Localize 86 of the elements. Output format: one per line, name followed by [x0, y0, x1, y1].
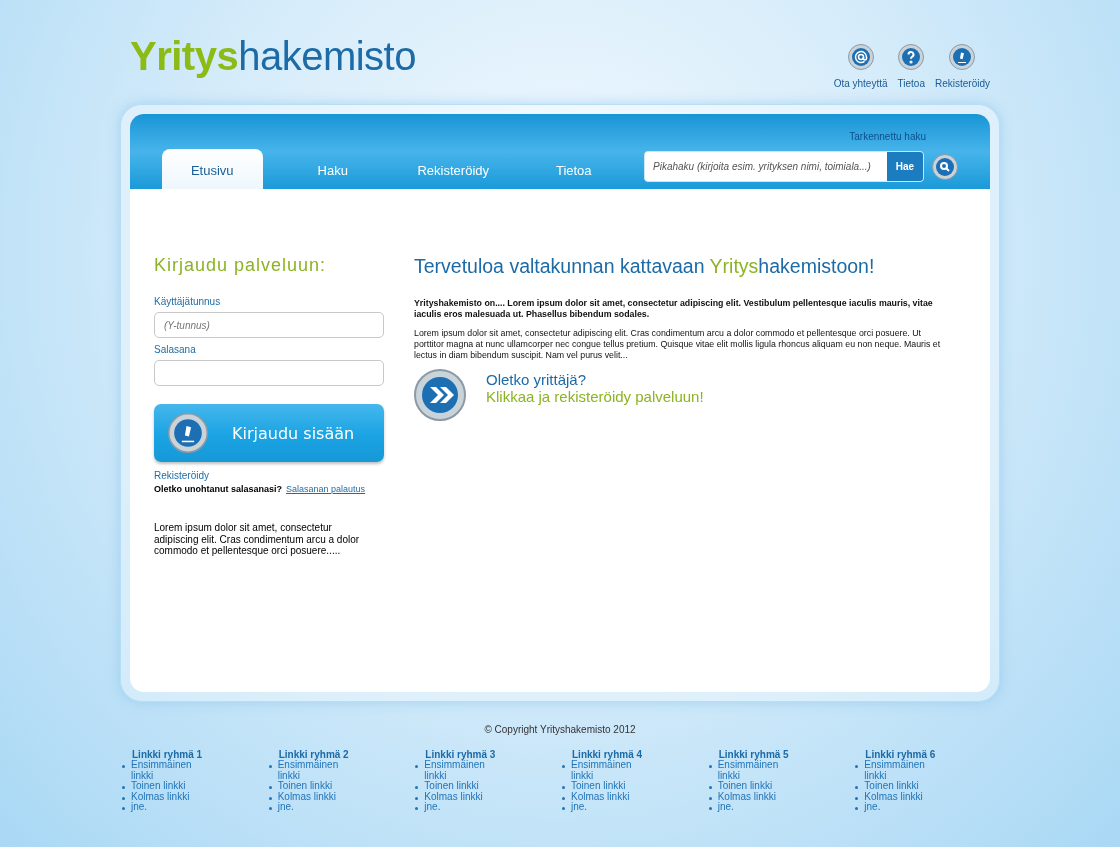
- intro-paragraph: Yrityshakemisto on.... Lorem ipsum dolor sit amet, consectetur adipiscing elit. Vestibulum pellentesque iaculis mauris, vitae iaculis eros malesuada ut. Phasellus bibendum sodales.: [414, 298, 934, 320]
- bullet-dot: [855, 786, 859, 789]
- footer-link[interactable]: jne.: [571, 802, 641, 813]
- footer-group-title: Linkki ryhmä 5: [718, 749, 790, 760]
- nav-tab[interactable]: Rekisteröidy: [403, 149, 504, 189]
- bullet-dot: [268, 786, 272, 789]
- bullet-dot: [562, 796, 565, 800]
- footer-link[interactable]: Kolmas linkki: [277, 791, 348, 802]
- footer-link[interactable]: Ensimmäinen linkki: [277, 760, 348, 781]
- search-field[interactable]: Pikahaku (kirjoita esim. yrityksen nimi, toimiala...) Hae: [644, 151, 924, 182]
- bullet-dot: [415, 807, 419, 810]
- welcome-heading: Tervetuloa valtakunnan kattavaan Yrityshakemistoon!: [414, 255, 876, 278]
- footer-link[interactable]: jne.: [424, 802, 495, 813]
- bullet-dot: [562, 786, 565, 789]
- copyright-text: © Copyright Yrityshakemisto 2012: [484, 724, 636, 735]
- bullet-dot: [855, 765, 859, 768]
- bullet-dot: [122, 765, 125, 768]
- nav-tab[interactable]: Etusivu: [162, 149, 263, 189]
- header-link[interactable]: Tietoa: [897, 44, 925, 89]
- footer-link[interactable]: Toinen linkki: [571, 781, 641, 792]
- login-description: Lorem ipsum dolor sit amet, consectetur adipiscing elit. Cras condimentum arcu a dolor commodo et pellentesque orci posuere.....: [154, 522, 361, 557]
- bullet-dot: [268, 765, 272, 768]
- footer-link[interactable]: Toinen linkki: [864, 781, 935, 792]
- bullet-dot: [708, 796, 712, 800]
- bullet-dot: [122, 807, 125, 810]
- footer-group-title: Linkki ryhmä 6: [865, 749, 937, 760]
- search-icon: [932, 153, 958, 180]
- footer-group-title: Linkki ryhmä 2: [278, 749, 350, 760]
- footer-link[interactable]: Ensimmäinen linkki: [571, 760, 641, 781]
- footer-link[interactable]: Toinen linkki: [717, 781, 788, 792]
- footer-link[interactable]: jne.: [131, 802, 201, 813]
- footer-link[interactable]: jne.: [717, 802, 788, 813]
- bullet-dot: [122, 796, 125, 800]
- bullet-dot: [415, 765, 419, 768]
- bullet-dot: [562, 807, 565, 810]
- footer-link[interactable]: Kolmas linkki: [571, 791, 641, 802]
- forgot-password-text: Oletko unohtanut salasanasi?: [154, 484, 283, 494]
- bullet-dot: [268, 807, 272, 810]
- login-button[interactable]: Kirjaudu sisään: [154, 404, 384, 462]
- footer-link[interactable]: Toinen linkki: [131, 781, 201, 792]
- footer-link[interactable]: jne.: [864, 802, 935, 813]
- footer-link[interactable]: Ensimmäinen linkki: [131, 760, 201, 781]
- footer-group-title: Linkki ryhmä 3: [425, 749, 497, 760]
- pen-icon: [168, 413, 208, 453]
- field-label: Käyttäjätunnus: [154, 296, 222, 307]
- login-title: Kirjaudu palveluun:: [154, 255, 328, 276]
- bullet-dot: [562, 765, 565, 768]
- header-link[interactable]: Ota yhteyttä: [833, 44, 888, 89]
- footer-link[interactable]: jne.: [277, 802, 348, 813]
- bullet-dot: [268, 796, 272, 800]
- footer-group-title: Linkki ryhmä 4: [572, 749, 644, 760]
- footer-link[interactable]: Kolmas linkki: [864, 791, 935, 802]
- pen-icon: [949, 44, 976, 70]
- password-reset-link[interactable]: Salasanan palautus: [286, 484, 366, 494]
- footer-link[interactable]: Ensimmäinen linkki: [864, 760, 935, 781]
- question-icon: [898, 44, 925, 70]
- bullet-dot: [122, 786, 125, 789]
- site-logo[interactable]: Yrityshakemisto: [130, 32, 416, 80]
- footer-link[interactable]: Ensimmäinen linkki: [424, 760, 495, 781]
- footer-link[interactable]: Kolmas linkki: [424, 791, 495, 802]
- register-link[interactable]: Rekisteröidy: [154, 470, 384, 481]
- bullet-dot: [415, 786, 419, 789]
- bullet-dot: [855, 807, 859, 810]
- field-label: Salasana: [154, 344, 197, 355]
- cta-question: Oletko yrittäjä?: [486, 370, 588, 388]
- footer-link[interactable]: Kolmas linkki: [131, 791, 201, 802]
- bullet-dot: [708, 786, 712, 789]
- input-field[interactable]: [154, 360, 384, 386]
- at-sign-icon: [847, 44, 874, 70]
- bullet-dot: [855, 796, 859, 800]
- footer-link[interactable]: Toinen linkki: [424, 781, 495, 792]
- footer-link[interactable]: Kolmas linkki: [717, 791, 788, 802]
- nav-tab[interactable]: Haku: [282, 149, 383, 189]
- advanced-search-link[interactable]: Tarkennettu haku: [849, 131, 926, 142]
- footer-link[interactable]: Ensimmäinen linkki: [717, 760, 788, 781]
- bullet-dot: [708, 807, 712, 810]
- nav-tab[interactable]: Tietoa: [523, 149, 624, 189]
- bullet-dot: [415, 796, 419, 800]
- bullet-dot: [708, 765, 712, 768]
- register-cta-link[interactable]: Klikkaa ja rekisteröidy palveluun!: [486, 387, 704, 405]
- footer-link[interactable]: Toinen linkki: [277, 781, 348, 792]
- input-field[interactable]: (Y-tunnus): [154, 312, 384, 338]
- header-link[interactable]: Rekisteröidy: [934, 44, 990, 89]
- footer-group-title: Linkki ryhmä 1: [132, 749, 204, 760]
- body-paragraph: Lorem ipsum dolor sit amet, consectetur adipiscing elit. Cras condimentum arcu a dolor commodo et pellentesque orci posuere. Ut porttitor magna at nunc ullamcorper nec congue tellus pretium. Quisque vitae elit mollis ligula rhoncus aliquam eu non neque. Mauris et lectus in diam bibendum suscipit. Nam vel purus velit...: [414, 327, 942, 361]
- search-button[interactable]: Hae: [887, 152, 923, 181]
